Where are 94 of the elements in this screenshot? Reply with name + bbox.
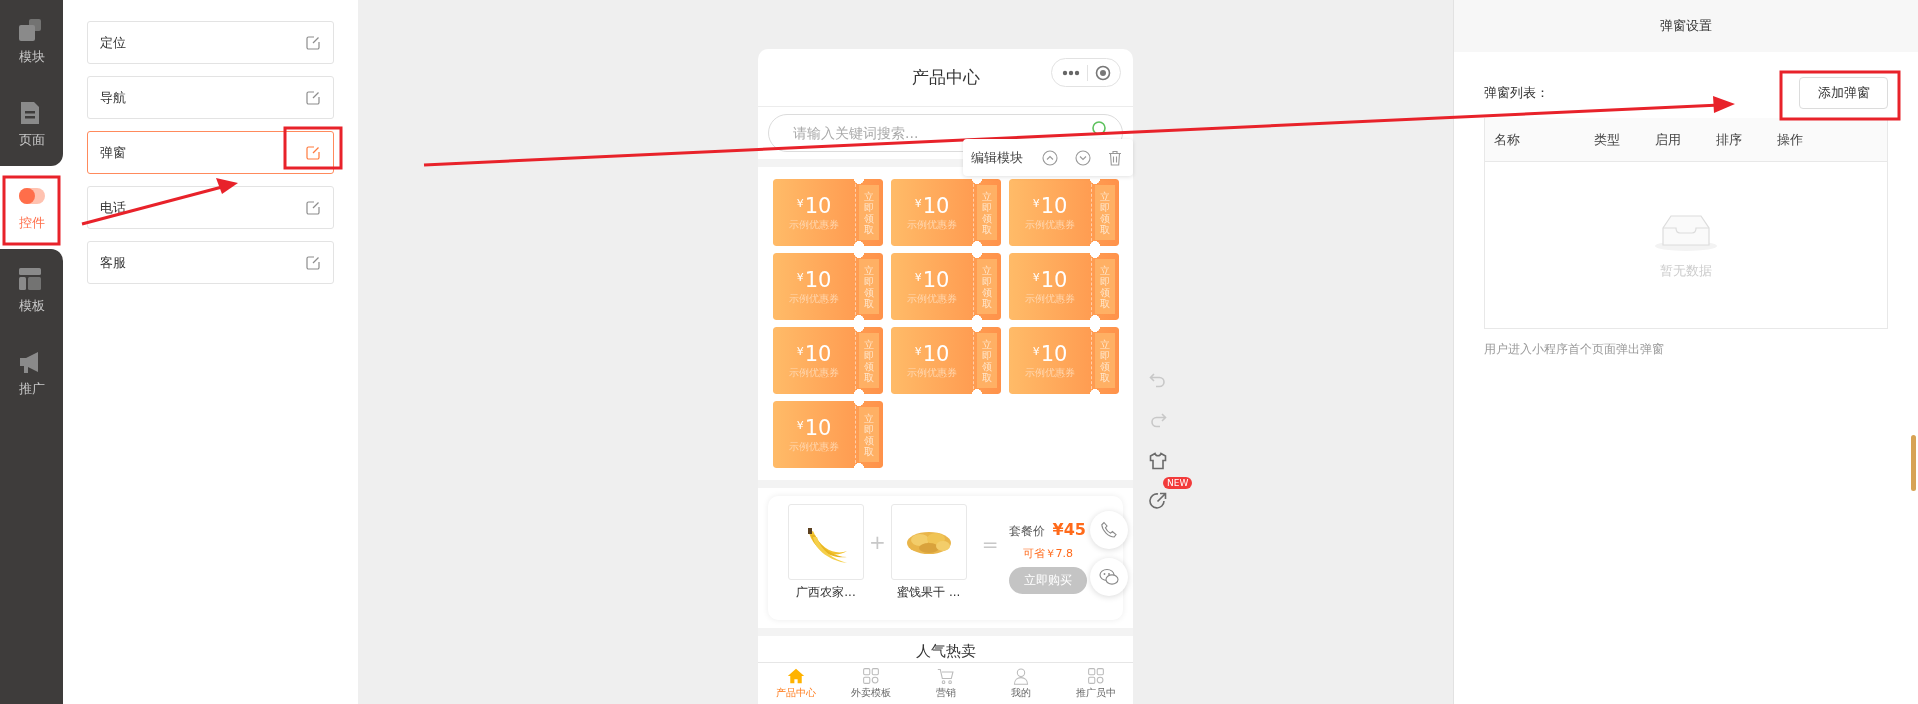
- column-header: 类型: [1594, 130, 1621, 149]
- claim-label: 立即领取: [864, 190, 874, 235]
- product-name: 广西农家...: [796, 584, 856, 601]
- panel-title: 弹窗设置: [1454, 0, 1918, 52]
- tab-item[interactable]: 外卖模板: [833, 663, 908, 704]
- equals-sign: =: [981, 532, 999, 556]
- coupon-name: 示例优惠券: [789, 365, 839, 380]
- list-label: 弹窗列表：: [1484, 84, 1549, 102]
- claim-label: 立即领取: [982, 338, 992, 383]
- saving-text: 可省￥7.8: [1022, 546, 1074, 561]
- section-title: 人气热卖: [915, 642, 976, 662]
- claim-label: 立即领取: [982, 264, 992, 309]
- tab-item[interactable]: 我的: [983, 663, 1058, 704]
- sidebar-item[interactable]: 模板: [0, 249, 63, 332]
- coupon-amount: 10: [922, 193, 950, 218]
- currency-symbol: ¥: [914, 196, 922, 210]
- currency-symbol: ¥: [914, 344, 922, 358]
- more-icon: [1061, 69, 1080, 76]
- coupon-name: 示例优惠券: [907, 217, 957, 232]
- grid-icon: [861, 667, 880, 685]
- coupon-amount: 10: [804, 341, 832, 366]
- column-header: 操作: [1777, 130, 1804, 149]
- edit-icon[interactable]: [305, 254, 321, 271]
- page-title: 产品中心: [911, 66, 980, 89]
- coupon-amount: 10: [922, 341, 950, 366]
- claim-label: 立即领取: [864, 412, 874, 457]
- claim-label: 立即领取: [864, 264, 874, 309]
- column-header: 排序: [1716, 130, 1743, 149]
- coupon-amount: 10: [1040, 193, 1068, 218]
- combo-price: ¥45: [1052, 520, 1086, 539]
- claim-label: 立即领取: [982, 190, 992, 235]
- currency-symbol: ¥: [1032, 344, 1040, 358]
- grid-icon: [1086, 667, 1105, 685]
- new-badge: NEW: [1163, 477, 1193, 489]
- sidebar-item[interactable]: 页面: [0, 83, 63, 166]
- edit-icon[interactable]: [305, 144, 321, 161]
- widget-item[interactable]: 导航: [87, 76, 334, 119]
- coupon-name: 示例优惠券: [907, 291, 957, 306]
- coupon-amount: 10: [922, 267, 950, 292]
- phone-icon: [1100, 521, 1118, 539]
- currency-symbol: ¥: [796, 418, 804, 432]
- claim-label: 立即领取: [1100, 264, 1110, 309]
- claim-label: 立即领取: [1100, 338, 1110, 383]
- scrollbar-thumb[interactable]: [1911, 435, 1916, 491]
- hint-text: 用户进入小程序首个页面弹出弹窗: [1484, 341, 1665, 358]
- coupon-name: 示例优惠券: [907, 365, 957, 380]
- currency-symbol: ¥: [1032, 196, 1040, 210]
- trash-icon[interactable]: [1108, 149, 1122, 166]
- coupon-name: 示例优惠券: [789, 217, 839, 232]
- sidebar-item[interactable]: 推广: [0, 332, 63, 415]
- currency-symbol: ¥: [914, 270, 922, 284]
- coupon-amount: 10: [1040, 267, 1068, 292]
- share-icon[interactable]: [1149, 492, 1167, 510]
- coupon-name: 示例优惠券: [1025, 217, 1075, 232]
- edit-icon[interactable]: [305, 199, 321, 216]
- coupon-amount: 10: [804, 415, 832, 440]
- edit-icon[interactable]: [305, 34, 321, 51]
- move-down-icon[interactable]: [1075, 149, 1091, 166]
- currency-symbol: ¥: [1032, 270, 1040, 284]
- tab-item[interactable]: 营销: [908, 663, 983, 704]
- widget-item[interactable]: 定位: [87, 21, 334, 64]
- cart-icon: [936, 667, 955, 685]
- edit-icon[interactable]: [305, 89, 321, 106]
- widget-item[interactable]: 电话: [87, 186, 334, 229]
- currency-symbol: ¥: [796, 196, 804, 210]
- column-header: 启用: [1655, 130, 1682, 149]
- sidebar-item[interactable]: 模块: [0, 0, 63, 83]
- user-icon: [1011, 667, 1030, 685]
- currency-symbol: ¥: [796, 270, 804, 284]
- home-icon: [786, 667, 805, 685]
- widget-item[interactable]: 客服: [87, 241, 334, 284]
- coupon-amount: 10: [804, 193, 832, 218]
- coupon-name: 示例优惠券: [789, 439, 839, 454]
- coupon-name: 示例优惠券: [1025, 291, 1075, 306]
- price-label: 套餐价: [1008, 523, 1045, 540]
- plus-sign: +: [869, 530, 886, 554]
- move-up-icon[interactable]: [1042, 149, 1058, 166]
- chat-icon: [1099, 568, 1119, 586]
- shirt-icon[interactable]: [1149, 452, 1167, 470]
- add-popup-button[interactable]: 添加弹窗: [1799, 77, 1888, 109]
- column-header: 名称: [1494, 130, 1521, 149]
- highlight-frame: [2, 175, 61, 246]
- coupon-name: 示例优惠券: [1025, 365, 1075, 380]
- claim-label: 立即领取: [1100, 190, 1110, 235]
- highlight-frame: [283, 126, 343, 170]
- claim-label: 立即领取: [864, 338, 874, 383]
- widget-item[interactable]: 弹窗: [87, 131, 334, 174]
- tab-item[interactable]: 推广员中: [1058, 663, 1133, 704]
- target-icon: [1094, 64, 1111, 81]
- currency-symbol: ¥: [796, 344, 804, 358]
- product-name: 蜜饯果干 ...: [897, 584, 961, 601]
- coupon-amount: 10: [804, 267, 832, 292]
- coupon-name: 示例优惠券: [789, 291, 839, 306]
- coupon-amount: 10: [1040, 341, 1068, 366]
